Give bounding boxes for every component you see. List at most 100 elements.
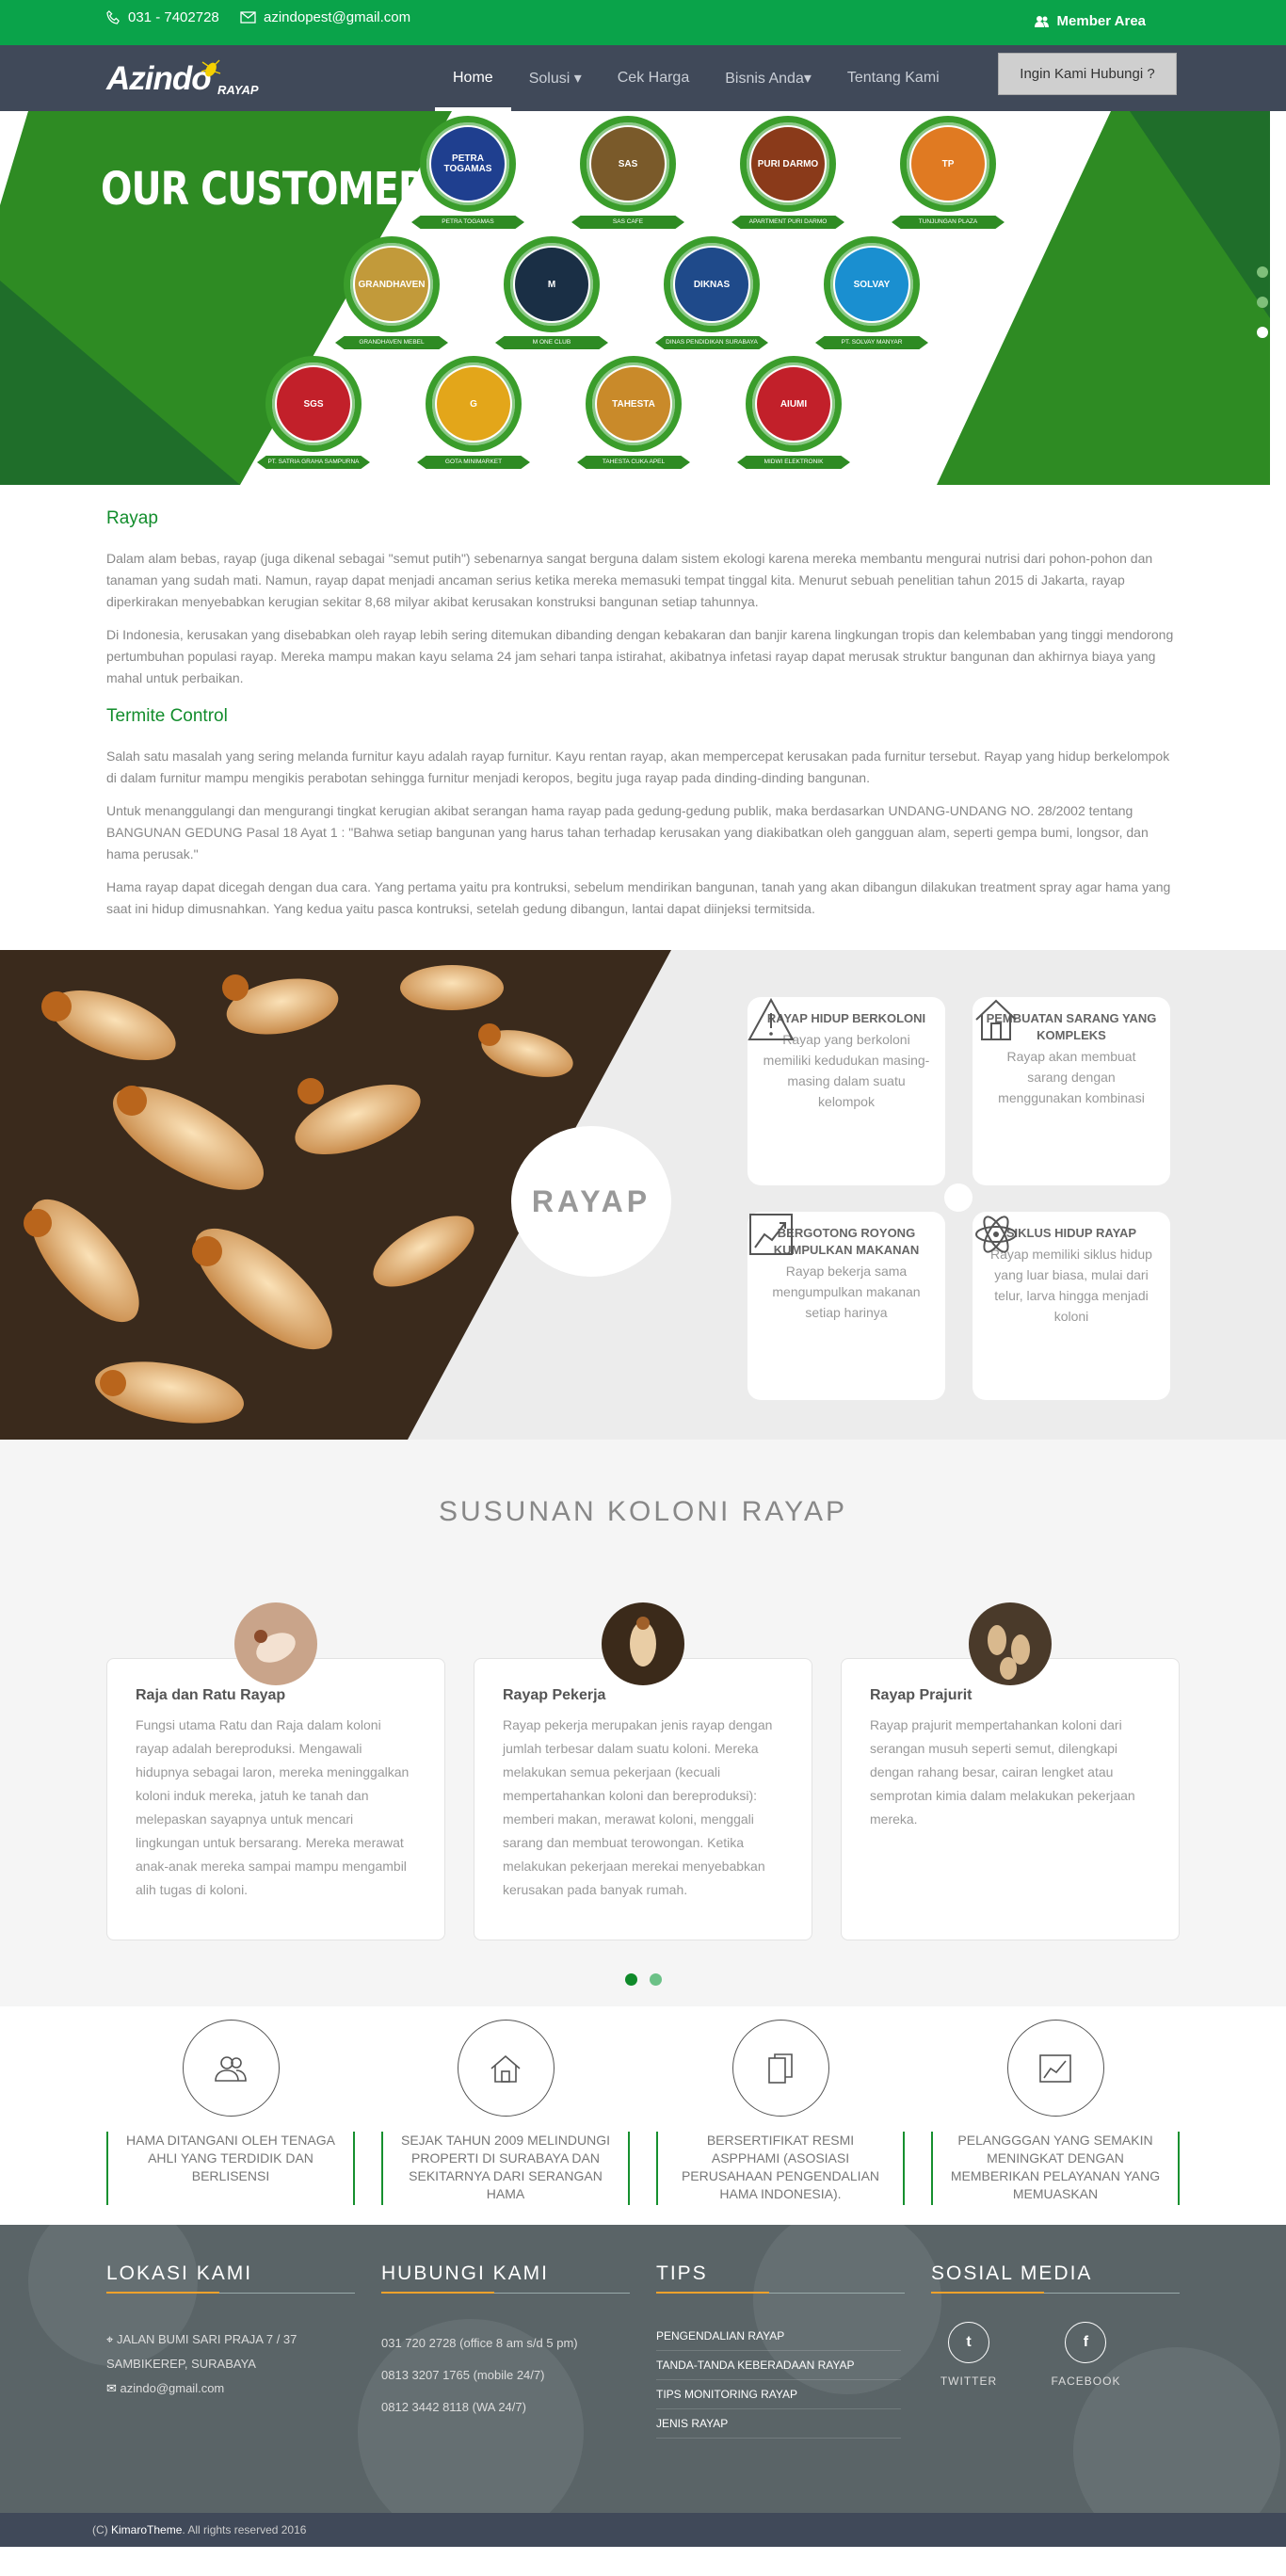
topbar-phone[interactable]: 031 - 7402728 — [106, 0, 219, 34]
contact-line[interactable]: 031 720 2728 (office 8 am s/d 5 pm) — [381, 2327, 630, 2359]
customer-logo-ring: SGS — [265, 356, 362, 452]
contact-line[interactable]: 0812 3442 8118 (WA 24/7) — [381, 2391, 630, 2423]
feature-text: PELANGGGAN YANG SEMAKIN MENINGKAT DENGAN… — [931, 2132, 1180, 2205]
contact-line[interactable]: 0813 3207 1765 (mobile 24/7) — [381, 2359, 630, 2391]
hero-dot-1[interactable] — [1257, 266, 1268, 278]
feature-text: HAMA DITANGANI OLEH TENAGA AHLI YANG TER… — [106, 2132, 355, 2205]
users-icon — [1034, 15, 1049, 27]
feature-text: SEJAK TAHUN 2009 MELINDUNGI PROPERTI DI … — [381, 2132, 630, 2205]
carousel-dots — [625, 1973, 662, 1986]
tip-link[interactable]: PENGENDALIAN RAYAP — [656, 2322, 901, 2351]
tip-link[interactable]: TIPS MONITORING RAYAP — [656, 2380, 901, 2409]
nav-home[interactable]: Home — [435, 45, 511, 111]
feature-icon-circle — [182, 2020, 280, 2117]
carousel-dot-2[interactable] — [650, 1973, 662, 1986]
colony-card-title: Rayap Prajurit — [870, 1687, 973, 1703]
termite-logo-icon — [201, 59, 221, 77]
customer-logo-mark: GRANDHAVEN — [355, 248, 428, 321]
paragraph: Untuk menanggulangi dan mengurangi tingk… — [106, 803, 1149, 861]
hero-dot-2[interactable] — [1257, 297, 1268, 308]
customer-logo: SAS SAS CAFE — [571, 116, 684, 229]
tip-link[interactable]: JENIS RAYAP — [656, 2409, 901, 2439]
address-1: JALAN BUMI SARI PRAJA 7 / 37 — [116, 2332, 297, 2346]
customer-logo-mark: DIKNAS — [675, 248, 748, 321]
customer-name: MIDWI ELEKTRONIK — [737, 456, 850, 469]
colony-card-text: Rayap pekerja merupakan jenis rayap deng… — [503, 1717, 773, 1897]
customer-logo: SGS PT. SATRIA GRAHA SAMPURNA — [257, 356, 370, 469]
customer-logo-mark: TP — [911, 127, 985, 201]
topbar-email[interactable]: azindopest@gmail.com — [240, 0, 410, 34]
customer-name: M ONE CLUB — [495, 336, 608, 349]
facebook-link[interactable]: f FACEBOOK — [1048, 2322, 1123, 2388]
colony-card: Rayap Pekerja Rayap pekerja merupakan je… — [474, 1602, 812, 1940]
logo-subtext: RAYAP — [217, 83, 259, 97]
customer-logo-ring: PURI DARMO — [740, 116, 836, 212]
member-area-label: Member Area — [1056, 12, 1146, 29]
customer-logo-ring: TP — [900, 116, 996, 212]
member-area-link[interactable]: Member Area — [1034, 4, 1146, 38]
feature-icon-circle — [457, 2020, 555, 2117]
paragraph: Hama rayap dapat dicegah dengan dua cara… — [106, 879, 1171, 916]
footer-social: SOSIAL MEDIA t TWITTER f FACEBOOK — [931, 2225, 1180, 2390]
paragraph: Dalam alam bebas, rayap (juga dikenal se… — [106, 551, 1153, 609]
customer-name: APARTMENT PURI DARMO — [731, 216, 844, 229]
tip-link[interactable]: TANDA-TANDA KEBERADAAN RAYAP — [656, 2351, 901, 2380]
chart-icon — [749, 1214, 793, 1255]
copyright-bar: (C) KimaroTheme. All rights reserved 201… — [0, 2513, 1286, 2547]
copyright-prefix: (C) — [92, 2523, 108, 2536]
customer-name: PT. SATRIA GRAHA SAMPURNA — [257, 456, 370, 469]
customer-logo-mark: TAHESTA — [597, 367, 670, 441]
customer-logo-mark: SAS — [591, 127, 665, 201]
documents-icon — [768, 2053, 793, 2084]
nav-bisnis-anda[interactable]: Bisnis Anda▾ — [707, 45, 829, 111]
customer-logo-ring: SOLVAY — [824, 236, 920, 332]
feature-item: PELANGGGAN YANG SEMAKIN MENINGKAT DENGAN… — [931, 2020, 1180, 2205]
customer-name: PT. SOLVAY MANYAR — [815, 336, 928, 349]
customer-logo-ring: DIKNAS — [664, 236, 760, 332]
hero-slider-dots — [1257, 266, 1270, 357]
fact-card: RAYAP HIDUP BERKOLONI Rayap yang berkolo… — [747, 997, 945, 1185]
footer-heading: TIPS — [656, 2225, 905, 2294]
intro-content: Rayap Dalam alam bebas, rayap (juga dike… — [0, 485, 1286, 950]
customer-logo: PURI DARMO APARTMENT PURI DARMO — [731, 116, 844, 229]
customer-logo-ring: SAS — [580, 116, 676, 212]
contact-request-button[interactable]: Ingin Kami Hubungi ? — [998, 53, 1177, 95]
feature-text: BERSERTIFIKAT RESMI ASPPHAMI (ASOSIASI P… — [656, 2132, 905, 2205]
copyright-brand-link[interactable]: KimaroTheme — [111, 2523, 182, 2536]
envelope-icon: ✉ — [106, 2381, 121, 2395]
fact-text: Rayap bekerja sama mengumpulkan makanan … — [772, 1264, 921, 1320]
hero-title: OUR CUSTOMER — [101, 163, 426, 216]
avatar — [602, 1602, 684, 1685]
feature-item: HAMA DITANGANI OLEH TENAGA AHLI YANG TER… — [106, 2020, 355, 2205]
nav-menu: Home Solusi ▾ Cek Harga Bisnis Anda▾ Ten… — [435, 45, 957, 111]
customer-logo: TAHESTA TAHESTA CUKA APEL — [577, 356, 690, 469]
customer-logo-ring: GRANDHAVEN — [344, 236, 440, 332]
customer-logo: TP TUNJUNGAN PLAZA — [892, 116, 1005, 229]
email-line[interactable]: ✉ azindo@gmail.com — [106, 2376, 355, 2401]
logo[interactable]: Azindo RAYAP — [106, 56, 266, 98]
facebook-icon: f — [1065, 2322, 1107, 2363]
address-2: SAMBIKEREP, SURABAYA — [106, 2357, 256, 2371]
nav-solusi[interactable]: Solusi ▾ — [511, 45, 600, 111]
hero-dot-3[interactable] — [1257, 327, 1268, 338]
footer-heading: SOSIAL MEDIA — [931, 2225, 1180, 2294]
customer-logo: DIKNAS DINAS PENDIDIKAN SURABAYA — [655, 236, 768, 349]
phone-number: 031 - 7402728 — [128, 8, 219, 25]
carousel-dot-1[interactable] — [625, 1973, 637, 1986]
nav-cek-harga[interactable]: Cek Harga — [600, 45, 707, 111]
twitter-link[interactable]: t TWITTER — [931, 2322, 1006, 2388]
paragraph: Di Indonesia, kerusakan yang disebabkan … — [106, 627, 1174, 685]
customer-logo-ring: AIUMI — [746, 356, 842, 452]
customer-logo: GRANDHAVEN GRANDHAVEN MEBEL — [335, 236, 448, 349]
home-icon — [490, 2054, 521, 2083]
footer-contact: HUBUNGI KAMI 031 720 2728 (office 8 am s… — [381, 2225, 630, 2423]
fact-card: BERGOTONG ROYONG KUMPULKAN MAKANAN Rayap… — [747, 1212, 945, 1400]
customer-logo: PETRA TOGAMAS PETRA TOGAMAS — [411, 116, 524, 229]
nav-tentang-kami[interactable]: Tentang Kami — [829, 45, 957, 111]
customer-name: TAHESTA CUKA APEL — [577, 456, 690, 469]
footer-tips: TIPS PENGENDALIAN RAYAP TANDA-TANDA KEBE… — [656, 2225, 905, 2439]
main-navbar: Azindo RAYAP Home Solusi ▾ Cek Harga Bis… — [0, 45, 1286, 111]
customer-logo-mark: PETRA TOGAMAS — [431, 127, 505, 201]
customer-logo-mark: PURI DARMO — [751, 127, 825, 201]
customer-logo: G GOTA MINIMARKET — [417, 356, 530, 469]
